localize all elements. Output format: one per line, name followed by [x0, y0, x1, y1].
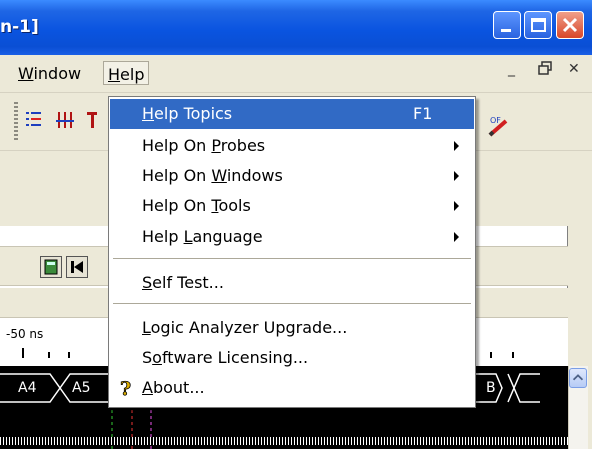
menu-item-label: Help Language: [142, 227, 263, 246]
ruler-tick: [48, 352, 50, 358]
menu-item-help-on-tools[interactable]: Help On Tools: [110, 191, 474, 221]
ruler-tick: [512, 352, 514, 358]
ruler-tick: [22, 348, 24, 358]
minimize-icon: [501, 29, 511, 32]
menu-item-label: Software Licensing...: [142, 348, 309, 367]
menu-item-label: Self Test...: [142, 273, 224, 292]
scroll-up-button[interactable]: [569, 368, 587, 388]
menu-item-self-test[interactable]: Self Test...: [110, 268, 474, 298]
menu-item-help-language[interactable]: Help Language: [110, 222, 474, 252]
menu-bar: Window Help: [0, 55, 592, 93]
go-first-button[interactable]: [66, 256, 88, 278]
ruler-tick: [490, 352, 492, 358]
bus-label: A5: [72, 380, 91, 396]
menu-item-software-licensing[interactable]: Software Licensing...: [110, 343, 474, 373]
menu-item-help-on-probes[interactable]: Help On Probes: [110, 131, 474, 161]
menu-help-post: elp: [120, 65, 145, 84]
menu-item-help-on-windows[interactable]: Help On Windows: [110, 161, 474, 191]
maximize-icon: [531, 18, 546, 32]
clock-signal: [0, 437, 568, 445]
window-title: n-1]: [0, 17, 39, 37]
menu-item-help-topics[interactable]: Help Topics F1: [110, 99, 474, 129]
menu-help-mnemonic: H: [108, 65, 121, 84]
svg-text:OF: OF: [490, 116, 501, 125]
maximize-button[interactable]: [524, 11, 552, 39]
submenu-arrow-icon: [454, 232, 459, 242]
menu-window-mnemonic: W: [18, 64, 34, 83]
submenu-arrow-icon: [454, 141, 459, 151]
bus-label: A4: [18, 380, 37, 396]
menu-item-label: Logic Analyzer Upgrade...: [142, 318, 348, 337]
menu-separator: [113, 258, 471, 260]
title-bar: n-1]: [0, 0, 592, 55]
minimize-button[interactable]: [493, 11, 521, 39]
menu-window-post: indow: [33, 64, 82, 83]
menu-item-label: About...: [142, 378, 205, 397]
bus-label: B: [486, 380, 496, 396]
shortcut-label: F1: [413, 104, 433, 123]
calculator-button[interactable]: [40, 256, 62, 278]
time-ruler-label: -50 ns: [6, 327, 44, 341]
mdi-minimize-button[interactable]: _: [508, 61, 515, 77]
skip-to-start-icon: [71, 261, 83, 273]
submenu-arrow-icon: [454, 171, 459, 181]
menu-window[interactable]: Window: [14, 61, 85, 85]
menu-item-about[interactable]: ? About...: [110, 373, 474, 403]
menu-help[interactable]: Help: [103, 61, 150, 85]
marker-icon[interactable]: [84, 109, 104, 131]
menu-item-label: Help On Probes: [142, 136, 266, 155]
pencil-icon[interactable]: OF: [484, 113, 514, 137]
calculator-icon: [44, 259, 58, 275]
question-mark-icon: ?: [120, 378, 132, 398]
submenu-arrow-icon: [454, 201, 459, 211]
signal-group-icon[interactable]: [54, 109, 76, 131]
menu-item-label: Help On Windows: [142, 166, 283, 185]
menu-item-logic-analyzer-upgrade[interactable]: Logic Analyzer Upgrade...: [110, 313, 474, 343]
close-icon: [562, 17, 578, 33]
help-menu-dropdown: Help Topics F1 Help On Probes Help On Wi…: [108, 96, 476, 408]
svg-text:?: ?: [120, 378, 131, 398]
mdi-close-button[interactable]: ✕: [568, 61, 580, 77]
toolbar-grip[interactable]: [14, 102, 18, 142]
list-indent-icon[interactable]: [24, 109, 46, 131]
menu-separator: [113, 303, 471, 305]
menu-item-label: Help Topics: [142, 104, 233, 123]
close-button[interactable]: [556, 11, 584, 39]
ruler-tick: [68, 352, 70, 358]
mdi-restore-icon[interactable]: [538, 61, 552, 75]
menu-item-label: Help On Tools: [142, 196, 251, 215]
chevron-up-icon: [572, 374, 584, 381]
